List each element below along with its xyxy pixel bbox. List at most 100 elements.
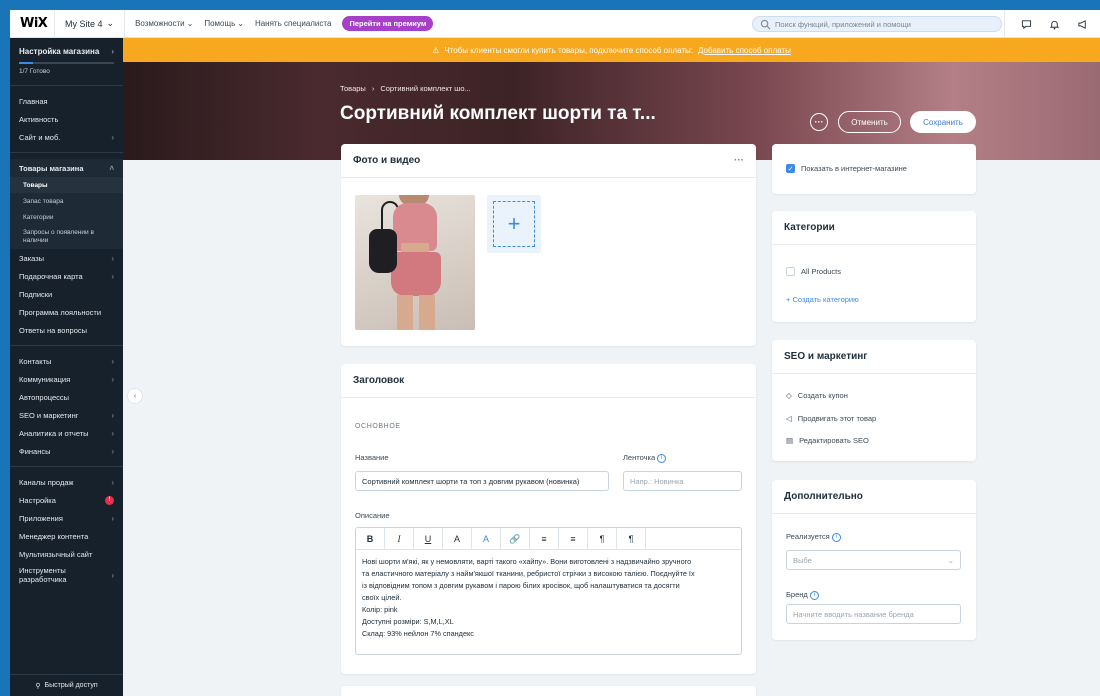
bulleted-list-icon[interactable]: ≡ (530, 528, 559, 550)
nav-help[interactable]: Помощь ⌄ (204, 19, 244, 28)
sidebar-item-seo-marketing[interactable]: SEO и маркетинг › (10, 406, 123, 424)
seo-title: SEO и маркетинг (784, 351, 868, 362)
sidebar-item-home[interactable]: Главная (10, 92, 123, 110)
sidebar-divider (10, 152, 123, 153)
chevron-right-icon: › (111, 374, 114, 384)
description-editor[interactable]: B I U A A 🔗 ≡ ≡ ¶ ¶ Нові шорти м'які, як… (355, 527, 742, 655)
chevron-down-icon: ⌄ (186, 19, 194, 28)
bold-button[interactable]: B (356, 528, 385, 550)
show-in-store-toggle[interactable]: ✓ Показать в интернет-магазине (786, 164, 907, 173)
search-placeholder: Поиск функций, приложений и помощи (775, 19, 911, 29)
search-icon (760, 19, 771, 29)
collapse-sidebar-button[interactable]: ‹ (127, 388, 143, 404)
link-icon[interactable]: 🔗 (501, 528, 530, 550)
description-line: Нові шорти м'які, як у немовляти, варті … (362, 557, 692, 566)
description-text[interactable]: Нові шорти м'які, як у немовляти, варті … (356, 550, 741, 646)
sidebar-subitem-categories[interactable]: Категории (10, 209, 123, 225)
sidebar-item-faq[interactable]: Ответы на вопросы (10, 321, 123, 339)
megaphone-icon[interactable] (1077, 19, 1088, 30)
italic-button[interactable]: I (385, 528, 414, 550)
sidebar-item-settings[interactable]: Настройка! (10, 491, 123, 509)
sold-select[interactable]: Выбе ⌄ (786, 550, 961, 570)
edit-seo-action[interactable]: ▤ Редактировать SEO (786, 436, 869, 445)
sidebar-item-sales-channels[interactable]: Каналы продаж › (10, 473, 123, 491)
store-setup-header[interactable]: Настройка магазина › (10, 38, 123, 56)
sold-select-value: Выбе (793, 555, 812, 565)
add-media-button[interactable]: + (487, 195, 541, 253)
sidebar-item-loyalty[interactable]: Программа лояльности (10, 303, 123, 321)
nav-hire-label: Нанять специалиста (254, 19, 332, 28)
site-selector[interactable]: My Site 4 ⌄ (54, 10, 126, 38)
product-info-card: Заголовок ОСНОВНОЕ Название Сортивний ко… (341, 364, 756, 674)
sidebar-item-label: Коммуникация (19, 374, 71, 384)
sidebar-item-cms[interactable]: Менеджер контента (10, 527, 123, 545)
info-icon[interactable]: i (657, 453, 667, 463)
sidebar-item-label: Программа лояльности (19, 307, 102, 317)
chevron-right-icon: › (111, 446, 114, 456)
product-name-input[interactable]: Сортивний комплект шорти та топ з довгим… (355, 471, 609, 491)
settings-alert-badge: ! (105, 495, 114, 505)
product-info-header: Заголовок (341, 364, 756, 398)
upgrade-button[interactable]: Перейти на премиум (342, 16, 434, 31)
breadcrumb-root[interactable]: Товары (340, 84, 366, 93)
text-color-button[interactable]: A (443, 528, 472, 550)
sidebar-item-contacts[interactable]: Контакты › (10, 352, 123, 370)
sidebar-item-automations[interactable]: Автопроцессы (10, 388, 123, 406)
underline-button[interactable]: U (414, 528, 443, 550)
section-label: ОСНОВНОЕ (355, 423, 401, 430)
sidebar-item-gift-card[interactable]: Подарочная карта › (10, 267, 123, 285)
seo-card: SEO и маркетинг ◇ Создать купон ◁ Продвига… (772, 340, 976, 461)
sidebar-subitem-products[interactable]: Товары (10, 177, 123, 193)
sidebar-item-site-mobile[interactable]: Сайт и моб. › (10, 128, 123, 146)
sidebar-subitem-back-in-stock[interactable]: Запросы о появлении в наличии (10, 225, 123, 249)
sidebar-item-analytics[interactable]: Аналитика и отчеты › (10, 424, 123, 442)
description-line: Склад: 93% нейлон 7% спандекс (362, 629, 474, 638)
quick-access-button[interactable]: ⚲ Быстрый доступ (10, 674, 123, 696)
search-input[interactable]: Поиск функций, приложений и помощи (752, 16, 1002, 32)
sidebar-item-communications[interactable]: Коммуникация › (10, 370, 123, 388)
more-icon[interactable]: ··· (734, 155, 744, 166)
product-photo[interactable] (355, 195, 475, 330)
photo-leg (397, 295, 413, 330)
numbered-list-icon[interactable]: ≡ (559, 528, 588, 550)
sidebar-item-activity[interactable]: Активность (10, 110, 123, 128)
sidebar-item-subscriptions[interactable]: Подписки (10, 285, 123, 303)
sold-label: Реализуется (786, 532, 830, 541)
more-actions-button[interactable]: ··· (810, 113, 828, 131)
sidebar-item-label: Финансы (19, 446, 51, 456)
payment-alert-banner: ⚠ Чтобы клиенты смогли купить товары, по… (123, 38, 1100, 62)
sidebar-item-apps[interactable]: Приложения › (10, 509, 123, 527)
sidebar-item-finance[interactable]: Финансы › (10, 442, 123, 460)
info-icon[interactable]: i (831, 532, 841, 542)
chevron-right-icon: › (111, 271, 114, 281)
highlight-button[interactable]: A (472, 528, 501, 550)
additional-title: Дополнительно (784, 491, 863, 502)
sidebar-item-store-products[interactable]: Товары магазина ˄ (10, 159, 123, 177)
bell-icon[interactable] (1049, 19, 1060, 30)
ltr-direction-icon[interactable]: ¶ (588, 528, 617, 550)
nav-hire[interactable]: Нанять специалиста (255, 19, 331, 28)
info-icon[interactable]: i (809, 590, 819, 600)
wix-logo[interactable]: WiX (20, 16, 54, 31)
chat-icon[interactable] (1021, 19, 1032, 30)
save-button[interactable]: Сохранить (910, 111, 976, 133)
promote-product-action[interactable]: ◁ Продвигать этот товар (786, 414, 876, 423)
add-payment-link[interactable]: Добавить способ оплаты (698, 46, 791, 55)
create-category-link[interactable]: + Создать категорию (786, 295, 859, 304)
product-info-title: Заголовок (353, 375, 405, 386)
rtl-direction-icon[interactable]: ¶ (617, 528, 646, 550)
sidebar-item-multilingual[interactable]: Мультиязычный сайт (10, 545, 123, 563)
brand-input[interactable]: Начните вводить название бренда (786, 604, 961, 624)
additional-card: Дополнительно Реализуется i Выбе ⌄ Бренд i… (772, 480, 976, 640)
cancel-button[interactable]: Отменить (838, 111, 901, 133)
sidebar-item-orders[interactable]: Заказы › (10, 249, 123, 267)
ribbon-input[interactable]: Напр.: Новинка (623, 471, 742, 491)
breadcrumb-current: Сортивний комплект шо... (380, 84, 471, 93)
sidebar-item-label: Приложения (19, 513, 63, 523)
category-all-products[interactable]: All Products (786, 267, 841, 276)
sidebar-subitem-inventory[interactable]: Запас товара (10, 193, 123, 209)
sidebar-item-dev-tools[interactable]: Инструменты разработчика › (10, 563, 123, 587)
nav-features[interactable]: Возможности ⌄ (135, 19, 193, 28)
brand-label-wrap: Бренд i (786, 590, 819, 600)
create-coupon-action[interactable]: ◇ Создать купон (786, 391, 848, 400)
